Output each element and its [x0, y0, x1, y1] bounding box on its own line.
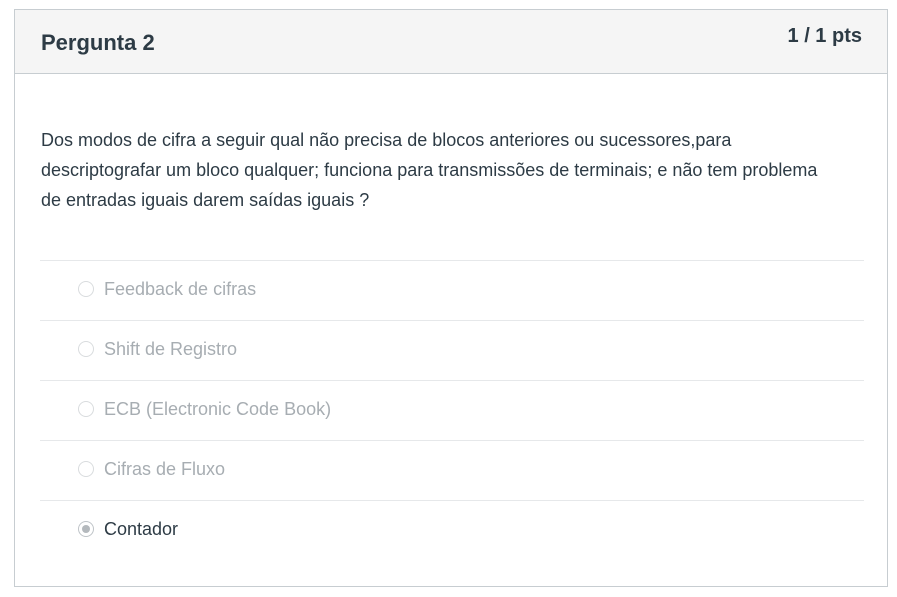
question-points: 1 / 1 pts	[787, 25, 862, 47]
radio-button-icon[interactable]	[78, 281, 94, 297]
question-title: Pergunta 2	[41, 30, 155, 55]
answer-label: Contador	[104, 519, 179, 539]
radio-button-icon[interactable]	[78, 341, 94, 357]
answer-option-shift-de-registro[interactable]: Shift de Registro	[40, 321, 864, 381]
answer-option-cifras-de-fluxo[interactable]: Cifras de Fluxo	[40, 441, 864, 501]
answer-label: ECB (Electronic Code Book)	[104, 399, 332, 419]
question-card: Pergunta 2 1 / 1 pts Dos modos de cifra …	[14, 9, 888, 587]
question-text: Dos modos de cifra a seguir qual não pre…	[41, 130, 818, 210]
radio-button-checked-icon[interactable]	[78, 521, 94, 537]
answer-label: Cifras de Fluxo	[104, 459, 226, 479]
answer-label: Feedback de cifras	[104, 279, 257, 299]
answer-option-ecb[interactable]: ECB (Electronic Code Book)	[40, 381, 864, 441]
answer-option-contador[interactable]: Contador	[40, 501, 864, 561]
answer-list: Feedback de cifras Shift de Registro ECB…	[40, 260, 864, 561]
radio-button-icon[interactable]	[78, 461, 94, 477]
question-header: Pergunta 2 1 / 1 pts	[15, 10, 887, 74]
radio-button-icon[interactable]	[78, 401, 94, 417]
answer-option-feedback-de-cifras[interactable]: Feedback de cifras	[40, 261, 864, 321]
answer-label: Shift de Registro	[104, 339, 238, 359]
